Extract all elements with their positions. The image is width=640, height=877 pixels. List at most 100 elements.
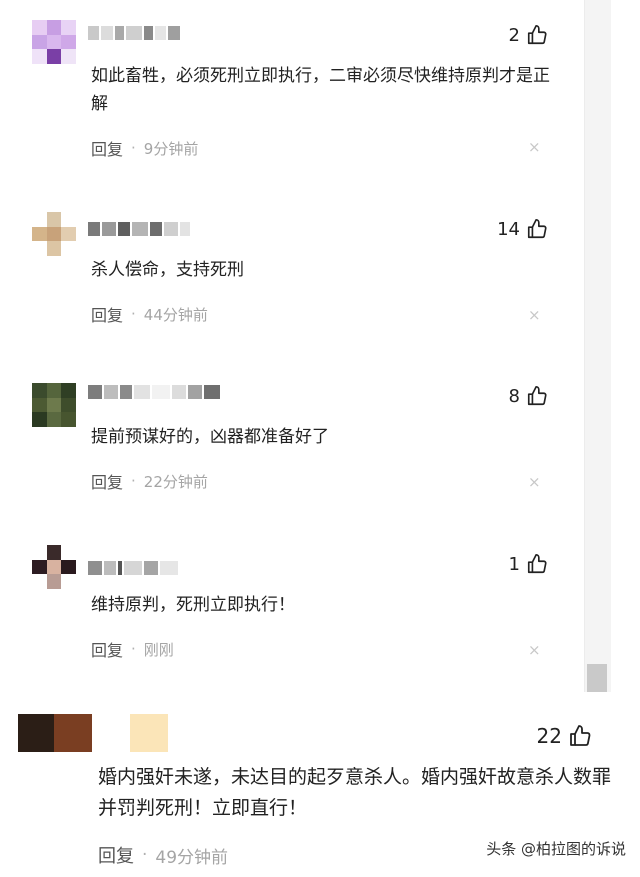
close-icon[interactable]: × (528, 641, 541, 659)
comment-item: 1 维持原判，死刑立即执行！ 回复 · 刚刚 × (0, 525, 584, 675)
username-redacted[interactable] (88, 561, 184, 575)
comment-time: 刚刚 (143, 640, 174, 659)
thumbs-up-icon (526, 218, 548, 240)
username-redacted[interactable] (88, 222, 198, 236)
comment-meta: 回复 · 22分钟前 (91, 469, 208, 493)
avatar-pixel (32, 383, 47, 398)
separator-dot: · (142, 845, 148, 865)
watermark: 头条 @柏拉图的诉说 (486, 840, 626, 858)
comment-meta: 回复 · 刚刚 (91, 637, 174, 661)
comment-meta: 回复 · 44分钟前 (91, 302, 208, 326)
avatar-pixel (32, 559, 47, 575)
avatar-pixel (46, 212, 62, 227)
separator-dot: · (131, 472, 136, 490)
like-count: 14 (497, 218, 520, 240)
avatar-pixel (61, 49, 76, 64)
avatar-pixel (32, 212, 47, 227)
comment-text: 维持原判，死刑立即执行！ (91, 595, 295, 615)
comment-item: 2 如此畜牲，必须死刑立即执行，二审必须尽快维持原判才是正解 回复 · 9分钟前… (0, 0, 584, 170)
avatar-pixel (32, 241, 47, 256)
avatar[interactable] (32, 383, 76, 427)
like-button[interactable]: 1 (509, 553, 548, 575)
like-count: 1 (508, 553, 520, 575)
avatar-pixel (61, 412, 76, 427)
reply-button[interactable]: 回复 (91, 302, 123, 326)
avatar-pixel (61, 20, 76, 35)
comment-time: 22分钟前 (143, 472, 208, 491)
avatar[interactable] (18, 714, 178, 752)
username-redacted[interactable] (88, 385, 238, 399)
comment-time: 49分钟前 (155, 847, 229, 868)
like-button[interactable]: 8 (509, 385, 548, 407)
comment-item: 14 杀人偿命，支持死刑 回复 · 44分钟前 × (0, 190, 584, 340)
avatar-pixel (130, 714, 168, 752)
avatar-pixel (46, 397, 62, 413)
like-button[interactable]: 22 (537, 724, 592, 748)
avatar-pixel (61, 34, 76, 50)
reply-button[interactable]: 回复 (98, 842, 134, 868)
separator-dot: · (131, 305, 136, 323)
thumbs-up-icon (568, 724, 592, 748)
avatar-pixel (54, 714, 92, 752)
avatar-pixel (92, 714, 130, 752)
avatar-pixel (32, 397, 47, 413)
separator-dot: · (131, 139, 136, 157)
like-button[interactable]: 2 (509, 24, 548, 46)
avatar-pixel (32, 574, 47, 589)
comment-meta: 回复 · 9分钟前 (91, 136, 198, 160)
scrollbar-thumb[interactable] (587, 664, 607, 692)
close-icon[interactable]: × (528, 306, 541, 324)
reply-button[interactable]: 回复 (91, 136, 123, 160)
avatar[interactable] (32, 212, 76, 256)
avatar-pixel (46, 412, 62, 427)
close-icon[interactable]: × (528, 138, 541, 156)
avatar-pixel (61, 212, 76, 227)
comment-text: 婚内强奸未遂，未达目的起歹意杀人。婚内强奸故意杀人数罪并罚判死刑！立即直行！ (98, 766, 612, 819)
avatar-pixel (46, 545, 62, 560)
scrollbar[interactable] (584, 0, 611, 692)
like-count: 22 (536, 724, 562, 748)
like-count: 8 (508, 385, 520, 407)
like-count: 2 (508, 24, 520, 46)
like-button[interactable]: 14 (497, 218, 548, 240)
comment-item: 8 提前预谋好的，凶器都准备好了 回复 · 22分钟前 × (0, 357, 584, 507)
avatar[interactable] (32, 20, 76, 64)
avatar-pixel (46, 34, 62, 50)
avatar-pixel (32, 545, 47, 560)
close-icon[interactable]: × (528, 473, 541, 491)
avatar-pixel (46, 49, 62, 64)
avatar-pixel (32, 20, 47, 35)
comment-text: 如此畜牲，必须死刑立即执行，二审必须尽快维持原判才是正解 (91, 66, 550, 114)
avatar-pixel (46, 559, 62, 575)
comment-meta: 回复 · 49分钟前 (98, 842, 228, 868)
thumbs-up-icon (526, 24, 548, 46)
avatar-pixel (61, 559, 76, 575)
thumbs-up-icon (526, 553, 548, 575)
avatar-pixel (46, 383, 62, 398)
comment-item-large: 22 婚内强奸未遂，未达目的起歹意杀人。婚内强奸故意杀人数罪并罚判死刑！立即直行… (0, 692, 640, 877)
avatar-pixel (61, 545, 76, 560)
avatar-pixel (61, 397, 76, 413)
thumbs-up-icon (526, 385, 548, 407)
username-redacted[interactable] (88, 26, 180, 40)
avatar-pixel (32, 226, 47, 242)
avatar-pixel (32, 49, 47, 64)
avatar-pixel (61, 574, 76, 589)
comment-time: 44分钟前 (143, 305, 208, 324)
avatar-pixel (18, 714, 54, 752)
avatar[interactable] (32, 545, 76, 589)
reply-button[interactable]: 回复 (91, 469, 123, 493)
avatar-pixel (61, 241, 76, 256)
avatar-pixel (61, 226, 76, 242)
avatar-pixel (61, 383, 76, 398)
comment-time: 9分钟前 (143, 139, 199, 158)
avatar-pixel (46, 574, 62, 589)
comment-text: 杀人偿命，支持死刑 (91, 260, 244, 280)
reply-button[interactable]: 回复 (91, 637, 123, 661)
avatar-pixel (32, 34, 47, 50)
separator-dot: · (131, 640, 136, 658)
avatar-pixel (46, 241, 62, 256)
avatar-pixel (32, 412, 47, 427)
comment-text: 提前预谋好的，凶器都准备好了 (91, 427, 329, 447)
avatar-pixel (46, 20, 62, 35)
